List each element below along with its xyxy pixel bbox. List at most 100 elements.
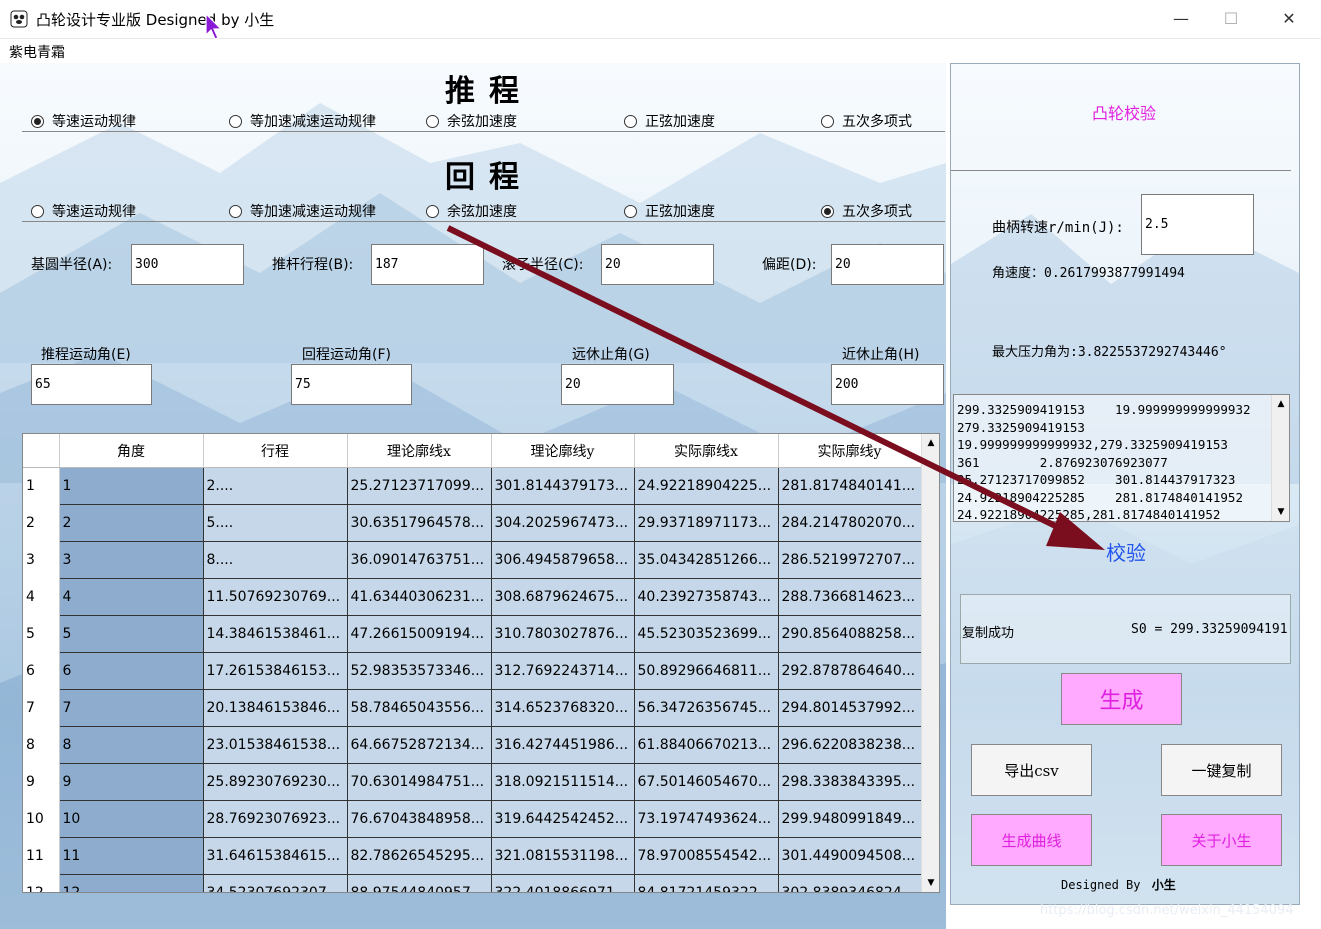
table-cell[interactable]: 41.63440306231... <box>346 578 492 616</box>
table-row[interactable]: 1 1 2.... 25.27123717099... 301.8144379173..… <box>23 467 922 505</box>
menu-item-theme[interactable]: 紫电青霜 <box>9 42 65 62</box>
table-cell[interactable]: 20.13846153846... <box>202 689 348 727</box>
table-cell[interactable]: 61.88406670213... <box>633 726 779 764</box>
maximize-button[interactable]: ☐ <box>1208 0 1254 38</box>
table-cell[interactable]: 52.98353573346... <box>346 652 492 690</box>
table-cell[interactable]: 306.4945879658... <box>490 541 635 579</box>
table-cell[interactable]: 31.64615384615... <box>202 837 348 875</box>
log-output[interactable]: 299.3325909419153 19.999999999999932 279.… <box>953 394 1290 522</box>
scroll-up-icon[interactable]: ▲ <box>922 434 939 452</box>
scroll-down-icon[interactable]: ▼ <box>922 874 939 892</box>
return-radio-cosine[interactable]: 余弦加速度 <box>426 201 517 221</box>
table-cell[interactable]: 78.97008554542... <box>633 837 779 875</box>
table-cell[interactable]: 316.4274451986... <box>490 726 635 764</box>
table-cell[interactable]: 286.5219972707... <box>777 541 922 579</box>
table-cell[interactable]: 284.2147802070... <box>777 504 922 542</box>
scroll-up-icon[interactable]: ▲ <box>1272 395 1289 413</box>
table-row[interactable]: 6 6 17.26153846153... 52.98353573346... 312.… <box>23 652 922 690</box>
table-cell[interactable]: 14.38461538461... <box>202 615 348 653</box>
col-header-theory-x[interactable]: 理论廓线x <box>347 434 492 468</box>
push-radio-uniform[interactable]: 等速运动规律 <box>31 111 136 131</box>
table-cell[interactable]: 29.93718971173... <box>633 504 779 542</box>
table-cell[interactable]: 84.81721459322... <box>633 874 779 892</box>
table-row[interactable]: 3 3 8.... 36.09014763751... 306.4945879658..… <box>23 541 922 579</box>
table-cell[interactable]: 304.2025967473... <box>490 504 635 542</box>
table-cell[interactable]: 5 <box>58 615 204 653</box>
table-row[interactable]: 10 10 28.76923076923... 76.67043848958... 31… <box>23 800 922 838</box>
row-header[interactable]: 8 <box>23 726 60 764</box>
table-cell[interactable]: 4 <box>58 578 204 616</box>
row-header[interactable]: 11 <box>23 837 60 875</box>
table-cell[interactable]: 2.... <box>202 467 348 505</box>
table-cell[interactable]: 299.9480991849... <box>777 800 922 838</box>
row-header[interactable]: 6 <box>23 652 60 690</box>
table-cell[interactable]: 294.8014537992... <box>777 689 922 727</box>
table-cell[interactable]: 302.8389346824... <box>777 874 922 892</box>
row-header[interactable]: 2 <box>23 504 60 542</box>
scroll-down-icon[interactable]: ▼ <box>1272 503 1289 521</box>
table-row[interactable]: 4 4 11.50769230769... 41.63440306231... 308.… <box>23 578 922 616</box>
col-header-stroke[interactable]: 行程 <box>203 434 348 468</box>
check-button[interactable]: 校验 <box>1106 537 1146 566</box>
table-cell[interactable]: 56.34726356745... <box>633 689 779 727</box>
table-cell[interactable]: 296.6220838238... <box>777 726 922 764</box>
table-cell[interactable]: 312.7692243714... <box>490 652 635 690</box>
table-row[interactable]: 12 12 34.52307692307... 88.97544840957... 32… <box>23 874 922 892</box>
table-cell[interactable]: 12 <box>58 874 204 892</box>
stroke-input[interactable]: 187 <box>371 244 484 285</box>
row-header[interactable]: 10 <box>23 800 60 838</box>
speed-input[interactable]: 2.5 <box>1141 194 1254 255</box>
table-cell[interactable]: 281.8174840141... <box>777 467 922 505</box>
table-cell[interactable]: 11 <box>58 837 204 875</box>
table-cell[interactable]: 319.6442542452... <box>490 800 635 838</box>
table-cell[interactable]: 64.66752872134... <box>346 726 492 764</box>
table-cell[interactable]: 35.04342851266... <box>633 541 779 579</box>
table-cell[interactable]: 34.52307692307... <box>202 874 348 892</box>
table-scrollbar[interactable]: ▲ ▼ <box>921 434 939 892</box>
table-cell[interactable]: 7 <box>58 689 204 727</box>
table-cell[interactable]: 310.7803027876... <box>490 615 635 653</box>
row-header[interactable]: 1 <box>23 467 60 505</box>
table-cell[interactable]: 47.26615009194... <box>346 615 492 653</box>
close-button[interactable]: ✕ <box>1266 0 1312 38</box>
table-cell[interactable]: 25.27123717099... <box>346 467 492 505</box>
generate-button[interactable]: 生成 <box>1061 673 1182 725</box>
table-row[interactable]: 8 8 23.01538461538... 64.66752872134... 316.… <box>23 726 922 764</box>
minimize-button[interactable]: — <box>1158 0 1204 38</box>
near-dwell-input[interactable]: 200 <box>831 364 944 405</box>
table-cell[interactable]: 1 <box>58 467 204 505</box>
table-cell[interactable]: 82.78626545295... <box>346 837 492 875</box>
table-cell[interactable]: 76.67043848958... <box>346 800 492 838</box>
table-cell[interactable]: 288.7366814623... <box>777 578 922 616</box>
table-cell[interactable]: 88.97544840957... <box>346 874 492 892</box>
table-cell[interactable]: 17.26153846153... <box>202 652 348 690</box>
table-cell[interactable]: 2 <box>58 504 204 542</box>
table-cell[interactable]: 28.76923076923... <box>202 800 348 838</box>
table-cell[interactable]: 30.63517964578... <box>346 504 492 542</box>
table-cell[interactable]: 73.19747493624... <box>633 800 779 838</box>
table-cell[interactable]: 50.89296646811... <box>633 652 779 690</box>
roller-radius-input[interactable]: 20 <box>601 244 714 285</box>
far-dwell-input[interactable]: 20 <box>561 364 674 405</box>
table-cell[interactable]: 298.3383843395... <box>777 763 922 801</box>
about-button[interactable]: 关于小生 <box>1161 814 1282 866</box>
log-scrollbar[interactable]: ▲ ▼ <box>1271 395 1289 521</box>
data-table[interactable]: 角度 行程 理论廓线x 理论廓线y 实际廓线x 实际廓线y 1 1 2.... 25.… <box>22 433 940 893</box>
table-cell[interactable]: 24.92218904225... <box>633 467 779 505</box>
table-cell[interactable]: 6 <box>58 652 204 690</box>
col-header-theory-y[interactable]: 理论廓线y <box>491 434 635 468</box>
table-row[interactable]: 7 7 20.13846153846... 58.78465043556... 314.… <box>23 689 922 727</box>
return-angle-input[interactable]: 75 <box>291 364 412 405</box>
row-header[interactable]: 3 <box>23 541 60 579</box>
table-cell[interactable]: 5.... <box>202 504 348 542</box>
table-cell[interactable]: 301.4490094508... <box>777 837 922 875</box>
table-cell[interactable]: 70.63014984751... <box>346 763 492 801</box>
push-radio-accel-decel[interactable]: 等加速减速运动规律 <box>229 111 376 131</box>
table-cell[interactable]: 8 <box>58 726 204 764</box>
export-csv-button[interactable]: 导出csv <box>971 744 1092 796</box>
table-cell[interactable]: 8.... <box>202 541 348 579</box>
table-cell[interactable]: 58.78465043556... <box>346 689 492 727</box>
row-header[interactable]: 5 <box>23 615 60 653</box>
copy-all-button[interactable]: 一键复制 <box>1161 744 1282 796</box>
table-row[interactable]: 2 2 5.... 30.63517964578... 304.2025967473..… <box>23 504 922 542</box>
